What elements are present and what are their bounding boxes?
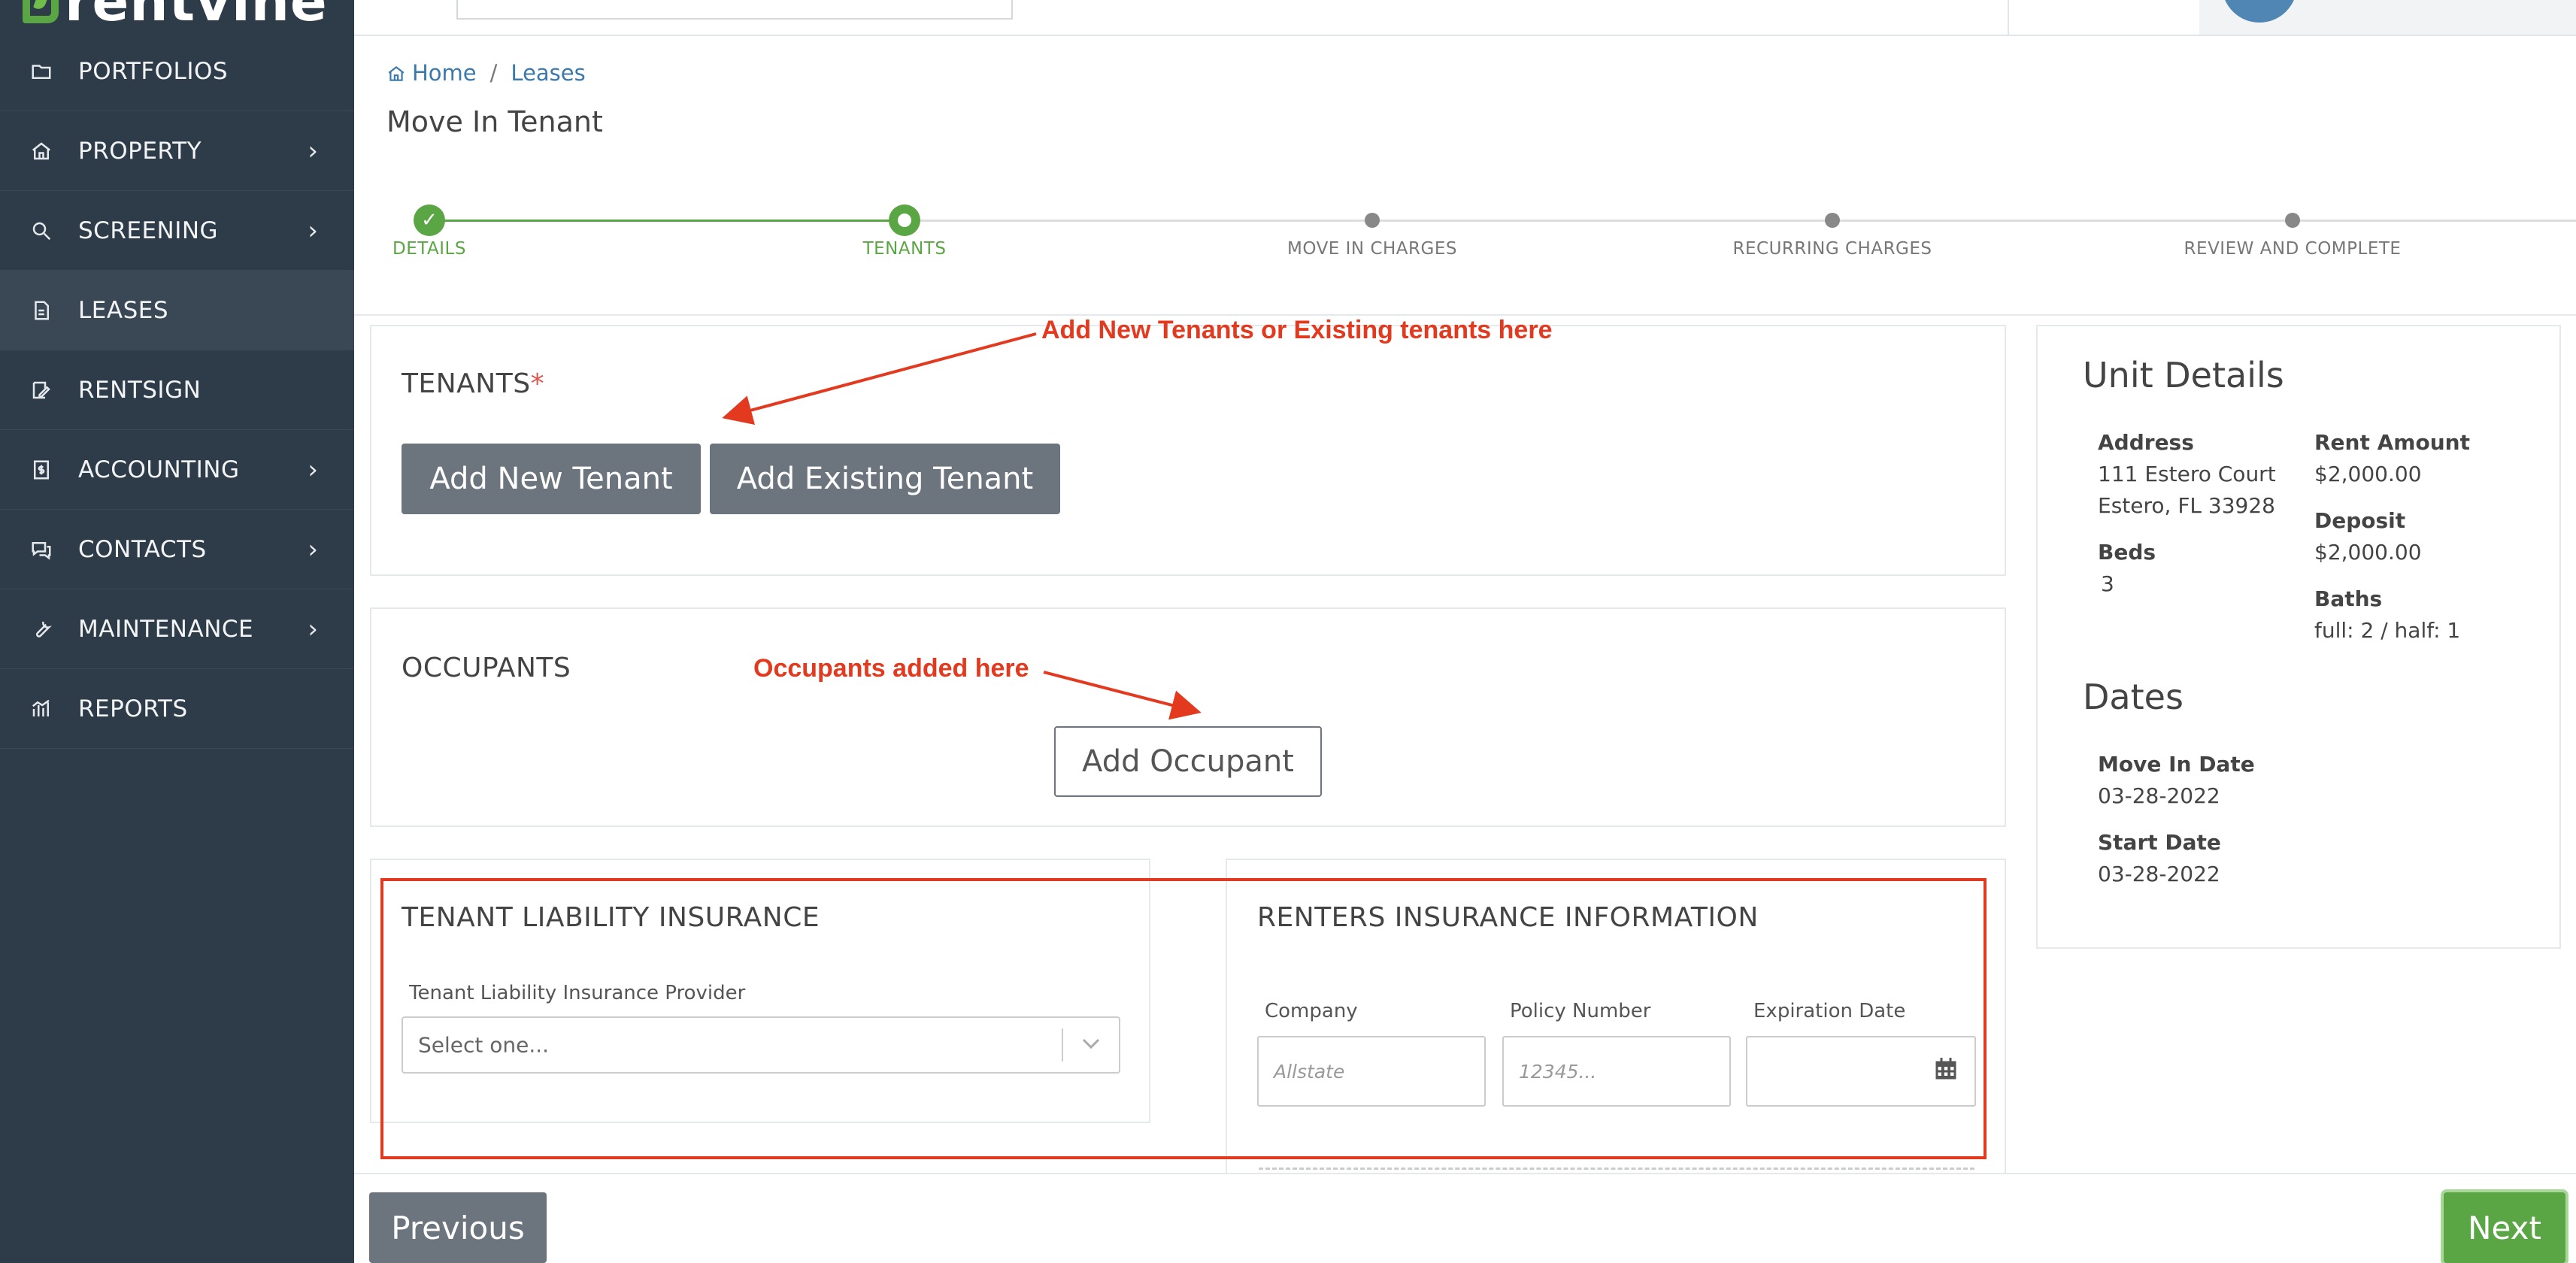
sidebar-item-portfolios[interactable]: PORTFOLIOS bbox=[0, 32, 354, 111]
sidebar-item-accounting[interactable]: ACCOUNTING › bbox=[0, 430, 354, 510]
sidebar-item-maintenance[interactable]: MAINTENANCE › bbox=[0, 589, 354, 669]
deposit-value: $2,000.00 bbox=[2314, 540, 2422, 565]
sidebar-item-reports[interactable]: REPORTS bbox=[0, 669, 354, 749]
magnifier-icon bbox=[30, 220, 53, 242]
move-in-date-label: Move In Date bbox=[2098, 752, 2255, 777]
next-button[interactable]: Next bbox=[2444, 1192, 2565, 1263]
step-tenants-label[interactable]: TENANTS bbox=[863, 239, 947, 259]
chevron-right-icon: › bbox=[308, 613, 318, 644]
step-review-complete-label[interactable]: REVIEW AND COMPLETE bbox=[2184, 239, 2402, 259]
address-line2: Estero, FL 33928 bbox=[2098, 493, 2275, 518]
unit-details-title: Unit Details bbox=[2083, 355, 2284, 395]
top-divider bbox=[2008, 0, 2009, 35]
user-menu-area[interactable] bbox=[2199, 0, 2576, 35]
rent-amount-label: Rent Amount bbox=[2314, 430, 2470, 455]
signature-icon bbox=[30, 379, 53, 401]
sidebar-item-label: PORTFOLIOS bbox=[78, 57, 229, 85]
leaf-logo-icon bbox=[23, 0, 59, 23]
progress-stepper: ✓ DETAILS TENANTS MOVE IN CHARGES RECURR… bbox=[354, 188, 2576, 316]
wrench-icon bbox=[30, 618, 53, 641]
brand-name: rentvine bbox=[65, 0, 328, 33]
global-search-input[interactable] bbox=[456, 0, 1013, 20]
step-details-label[interactable]: DETAILS bbox=[392, 239, 466, 259]
dashed-divider bbox=[1259, 1168, 1974, 1171]
breadcrumb: Home / Leases bbox=[386, 60, 586, 86]
sidebar-item-label: RENTSIGN bbox=[78, 376, 202, 404]
sidebar-item-label: ACCOUNTING bbox=[78, 456, 240, 483]
sidebar-item-label: LEASES bbox=[78, 296, 169, 324]
sidebar-item-leases[interactable]: LEASES bbox=[0, 271, 354, 350]
dates-title: Dates bbox=[2083, 677, 2184, 717]
occupants-annotation: Occupants added here bbox=[753, 654, 1029, 683]
sidebar-item-label: MAINTENANCE bbox=[78, 615, 254, 643]
add-new-tenant-button[interactable]: Add New Tenant bbox=[402, 444, 701, 514]
occupants-panel: OCCUPANTS Add Occupant bbox=[370, 607, 2006, 827]
chevron-right-icon: › bbox=[308, 534, 318, 565]
house-icon bbox=[30, 140, 53, 162]
sidebar-nav: PORTFOLIOS PROPERTY › SCREENING › LEASES… bbox=[0, 32, 354, 749]
breadcrumb-leases-link[interactable]: Leases bbox=[511, 60, 585, 86]
chart-icon bbox=[30, 698, 53, 720]
step-recurring-charges-dot[interactable] bbox=[1825, 213, 1840, 228]
add-occupant-button[interactable]: Add Occupant bbox=[1054, 726, 1322, 797]
breadcrumb-separator: / bbox=[489, 60, 498, 86]
beds-label: Beds bbox=[2098, 540, 2156, 565]
sidebar-item-label: CONTACTS bbox=[78, 535, 207, 563]
sidebar-item-property[interactable]: PROPERTY › bbox=[0, 111, 354, 191]
dollar-file-icon bbox=[30, 459, 53, 481]
step-move-in-charges-dot[interactable] bbox=[1365, 213, 1380, 228]
page-title: Move In Tenant bbox=[386, 105, 603, 138]
deposit-label: Deposit bbox=[2314, 508, 2406, 533]
add-existing-tenant-button[interactable]: Add Existing Tenant bbox=[710, 444, 1060, 514]
tenants-panel: TENANTS* Add New Tenant Add Existing Ten… bbox=[370, 325, 2006, 576]
sidebar: rentvine PORTFOLIOS PROPERTY › SCREENING… bbox=[0, 0, 354, 1263]
sidebar-item-label: PROPERTY bbox=[78, 137, 202, 165]
top-bar bbox=[354, 0, 2576, 36]
breadcrumb-home-link[interactable]: Home bbox=[412, 60, 477, 86]
address-line1: 111 Estero Court bbox=[2098, 462, 2276, 486]
required-mark: * bbox=[530, 368, 545, 399]
step-review-complete-dot[interactable] bbox=[2285, 213, 2300, 228]
step-connector-pending bbox=[905, 220, 2576, 222]
home-icon bbox=[386, 63, 406, 83]
document-icon bbox=[30, 299, 53, 322]
step-connector-complete bbox=[429, 220, 905, 222]
sidebar-item-screening[interactable]: SCREENING › bbox=[0, 191, 354, 271]
start-date-label: Start Date bbox=[2098, 830, 2221, 855]
beds-value: 3 bbox=[2101, 571, 2114, 596]
start-date-value: 03-28-2022 bbox=[2098, 862, 2220, 886]
step-details-check-icon[interactable]: ✓ bbox=[414, 204, 445, 236]
occupants-section-title: OCCUPANTS bbox=[402, 653, 571, 683]
wizard-footer: Previous Next bbox=[354, 1173, 2576, 1263]
chevron-right-icon: › bbox=[308, 454, 318, 485]
unit-details-panel: Unit Details Address 111 Estero Court Es… bbox=[2036, 325, 2561, 949]
insurance-highlight-frame bbox=[380, 878, 1987, 1159]
sidebar-item-label: SCREENING bbox=[78, 217, 219, 244]
step-move-in-charges-label[interactable]: MOVE IN CHARGES bbox=[1287, 239, 1457, 259]
chat-icon bbox=[30, 538, 53, 561]
baths-label: Baths bbox=[2314, 586, 2383, 611]
address-label: Address bbox=[2098, 430, 2194, 455]
baths-value: full: 2 / half: 1 bbox=[2314, 618, 2461, 643]
avatar[interactable] bbox=[2222, 0, 2297, 23]
previous-button[interactable]: Previous bbox=[369, 1192, 547, 1263]
tenants-section-title: TENANTS* bbox=[402, 368, 545, 399]
chevron-right-icon: › bbox=[308, 215, 318, 246]
sidebar-item-contacts[interactable]: CONTACTS › bbox=[0, 510, 354, 589]
folder-icon bbox=[30, 60, 53, 83]
sidebar-item-label: REPORTS bbox=[78, 695, 188, 722]
step-recurring-charges-label[interactable]: RECURRING CHARGES bbox=[1732, 239, 1932, 259]
rent-amount-value: $2,000.00 bbox=[2314, 462, 2422, 486]
move-in-date-value: 03-28-2022 bbox=[2098, 783, 2220, 808]
step-tenants-current-icon[interactable] bbox=[889, 204, 920, 236]
sidebar-item-rentsign[interactable]: RENTSIGN bbox=[0, 350, 354, 430]
chevron-right-icon: › bbox=[308, 135, 318, 166]
tenants-annotation: Add New Tenants or Existing tenants here bbox=[1041, 316, 1553, 344]
rentvine-logo[interactable]: rentvine bbox=[23, 0, 328, 33]
